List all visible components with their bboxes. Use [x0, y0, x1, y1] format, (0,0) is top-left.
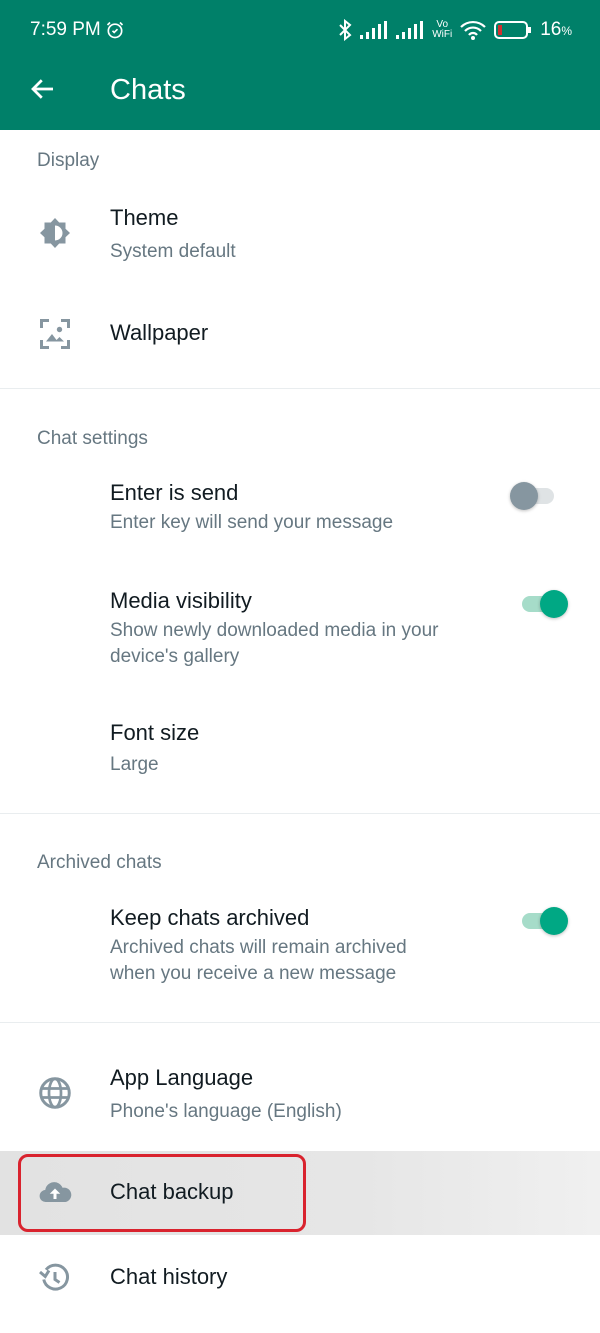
toggle-thumb — [510, 482, 538, 510]
arrow-left-icon[interactable] — [28, 74, 58, 104]
setting-wallpaper[interactable]: Wallpaper — [0, 300, 600, 370]
vowifi-icon: Vo WiFi — [432, 20, 452, 40]
signal-icon — [360, 21, 388, 39]
setting-theme[interactable]: Theme System default — [0, 195, 600, 285]
media-visibility-toggle[interactable] — [518, 588, 568, 618]
setting-media-visibility[interactable]: Media visibility Show newly downloaded m… — [0, 578, 600, 678]
history-icon — [39, 1263, 69, 1291]
theme-title: Theme — [110, 205, 179, 230]
enter-is-send-subtitle: Enter key will send your message — [110, 512, 394, 533]
bluetooth-icon — [339, 19, 352, 41]
setting-keep-chats-archived[interactable]: Keep chats archived Archived chats will … — [0, 895, 600, 995]
setting-enter-is-send[interactable]: Enter is send Enter key will send your m… — [0, 470, 600, 550]
chat-history-title: Chat history — [110, 1264, 228, 1289]
vowifi-bottom: WiFi — [432, 29, 453, 40]
status-time-group: 7:59 PM — [30, 19, 125, 41]
divider — [0, 1022, 600, 1023]
status-icons: Vo WiFi 16% — [338, 19, 572, 41]
toolbar: Chats — [0, 68, 600, 112]
status-time: 7:59 PM — [30, 19, 101, 40]
wifi-icon — [460, 20, 486, 40]
page-title: Chats — [110, 73, 186, 106]
toggle-thumb — [540, 907, 568, 935]
setting-chat-history[interactable]: Chat history — [0, 1240, 600, 1320]
keep-archived-toggle[interactable] — [518, 905, 568, 935]
wallpaper-icon — [40, 319, 70, 349]
status-bar: 7:59 PM Vo WiFi 16% — [30, 16, 572, 44]
enter-is-send-title: Enter is send — [110, 480, 239, 505]
brightness-icon — [40, 218, 70, 248]
highlight-annotation-box — [18, 1154, 306, 1232]
app-language-title: App Language — [110, 1065, 254, 1090]
theme-subtitle: System default — [110, 241, 236, 262]
battery-percent: 16% — [540, 19, 572, 40]
font-size-title: Font size — [110, 720, 200, 745]
keep-archived-subtitle-1: Archived chats will remain archived — [110, 937, 407, 958]
signal-icon — [396, 21, 424, 39]
alarm-clock-icon — [106, 21, 123, 39]
keep-archived-subtitle-2: when you receive a new message — [110, 963, 397, 984]
media-visibility-title: Media visibility — [110, 588, 252, 613]
section-header-chat-settings: Chat settings — [37, 428, 148, 449]
battery-low-icon — [494, 21, 532, 39]
media-visibility-subtitle-2: device's gallery — [110, 646, 240, 667]
toggle-thumb — [540, 590, 568, 618]
media-visibility-subtitle-1: Show newly downloaded media in your — [110, 620, 439, 641]
section-header-archived-chats: Archived chats — [37, 852, 162, 873]
app-language-subtitle: Phone's language (English) — [110, 1101, 342, 1122]
setting-font-size[interactable]: Font size Large — [0, 710, 600, 790]
font-size-subtitle: Large — [110, 754, 159, 775]
section-header-display: Display — [37, 150, 100, 171]
setting-app-language[interactable]: App Language Phone's language (English) — [0, 1055, 600, 1145]
keep-archived-title: Keep chats archived — [110, 905, 310, 930]
divider — [0, 813, 600, 814]
divider — [0, 388, 600, 389]
enter-is-send-toggle[interactable] — [510, 480, 562, 510]
app-bar: 7:59 PM Vo WiFi 16% Chats — [0, 0, 600, 130]
wallpaper-title: Wallpaper — [110, 320, 209, 345]
globe-icon — [39, 1077, 71, 1109]
